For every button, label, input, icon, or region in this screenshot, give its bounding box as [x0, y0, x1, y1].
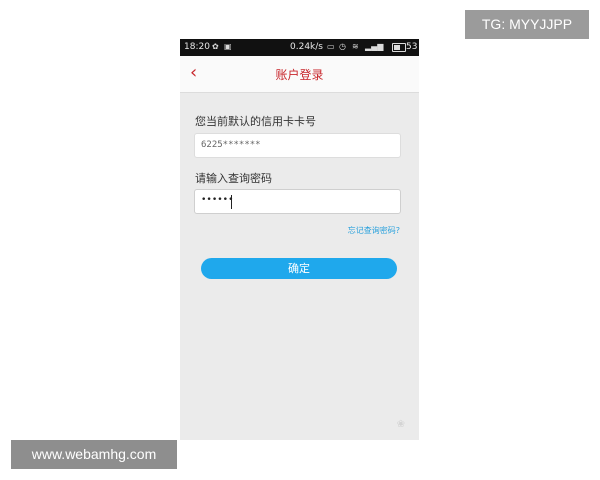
status-time: 18:20: [184, 42, 210, 52]
forgot-password-link[interactable]: 忘记查询密码?: [348, 225, 400, 236]
battery-icon: [392, 43, 406, 52]
status-bar: 18:20 ✿ ▣ 0.24k/s ▭ ◷ ≋ ▂▄▆ 53: [180, 39, 419, 56]
watermark-top-right: TG: MYYJJPP: [465, 10, 589, 39]
password-label: 请输入查询密码: [195, 172, 272, 185]
phone-screen: 18:20 ✿ ▣ 0.24k/s ▭ ◷ ≋ ▂▄▆ 53 ‹ 账户登录 您当…: [180, 39, 419, 440]
battery-level: 53: [406, 42, 418, 52]
notification-icon: ✿: [212, 42, 219, 51]
wifi-icon: ≋: [352, 42, 359, 51]
confirm-button[interactable]: 确定: [201, 258, 397, 279]
watermark-bottom-left: www.webamhg.com: [11, 440, 177, 469]
card-number-field[interactable]: 6225*******: [194, 133, 401, 158]
nav-bar: ‹ 账户登录: [180, 56, 419, 93]
image-icon: ▣: [224, 42, 232, 51]
baidu-paw-icon: ❀: [396, 419, 405, 430]
net-speed: 0.24k/s: [290, 42, 323, 52]
password-input[interactable]: ••••••: [194, 189, 401, 214]
card-number-value: 6225*******: [201, 140, 261, 150]
text-caret: [231, 195, 232, 209]
page-title: 账户登录: [275, 68, 324, 82]
password-value: ••••••: [201, 195, 234, 205]
card-number-label: 您当前默认的信用卡卡号: [195, 115, 316, 128]
signal-icon: ▂▄▆: [365, 42, 384, 51]
message-icon: ▭: [327, 42, 335, 51]
alarm-icon: ◷: [339, 42, 346, 51]
